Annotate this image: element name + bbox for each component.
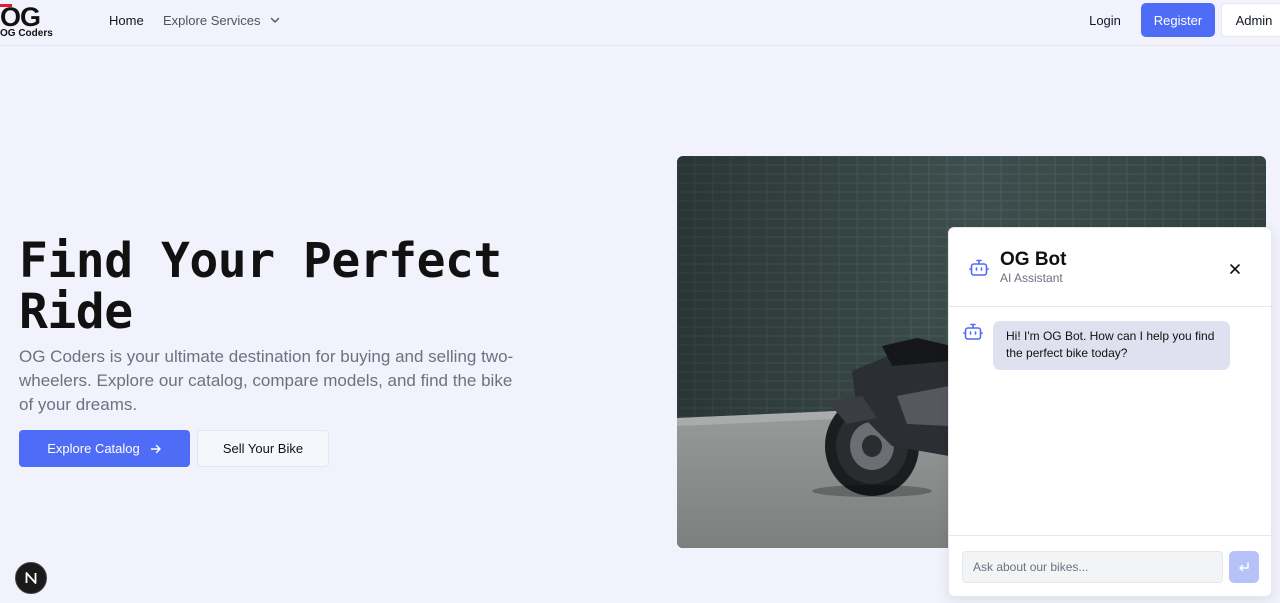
- admin-button[interactable]: Admin: [1221, 3, 1280, 37]
- sell-your-bike-button[interactable]: Sell Your Bike: [197, 430, 329, 467]
- arrow-right-icon: [150, 444, 161, 453]
- chat-subtitle: AI Assistant: [1000, 271, 1063, 285]
- enter-icon: [1239, 562, 1249, 572]
- chat-title: OG Bot: [1000, 249, 1067, 270]
- hero-description: OG Coders is your ultimate destination f…: [19, 347, 514, 414]
- next-logo-icon: [25, 572, 37, 584]
- message-bot-icon: [963, 323, 983, 340]
- hero-title: Find Your Perfect Ride: [19, 233, 502, 340]
- chat-input[interactable]: [962, 551, 1223, 583]
- chat-header: OG Bot AI Assistant: [949, 228, 1271, 307]
- chat-footer: [949, 535, 1271, 597]
- chat-widget: OG Bot AI Assistant Hi! I'm OG Bot. How …: [948, 227, 1272, 597]
- bot-message-bubble: Hi! I'm OG Bot. How can I help you find …: [993, 321, 1230, 370]
- bot-icon: [969, 259, 989, 276]
- top-navbar: OG OG Coders Home Explore Services Login…: [0, 0, 1280, 46]
- nav-home-link[interactable]: Home: [109, 13, 144, 28]
- chevron-down-icon[interactable]: [269, 14, 281, 26]
- explore-catalog-label: Explore Catalog: [47, 441, 140, 456]
- close-icon[interactable]: [1228, 262, 1242, 276]
- login-button[interactable]: Login: [1078, 4, 1132, 36]
- explore-catalog-button[interactable]: Explore Catalog: [19, 430, 190, 467]
- logo-text: OG Coders: [0, 28, 53, 39]
- nav-explore-services-dropdown[interactable]: Explore Services: [163, 13, 261, 28]
- register-button[interactable]: Register: [1141, 3, 1215, 37]
- logo[interactable]: OG OG Coders: [0, 2, 60, 42]
- nextjs-dev-badge[interactable]: N: [15, 562, 47, 594]
- send-button[interactable]: [1229, 551, 1259, 583]
